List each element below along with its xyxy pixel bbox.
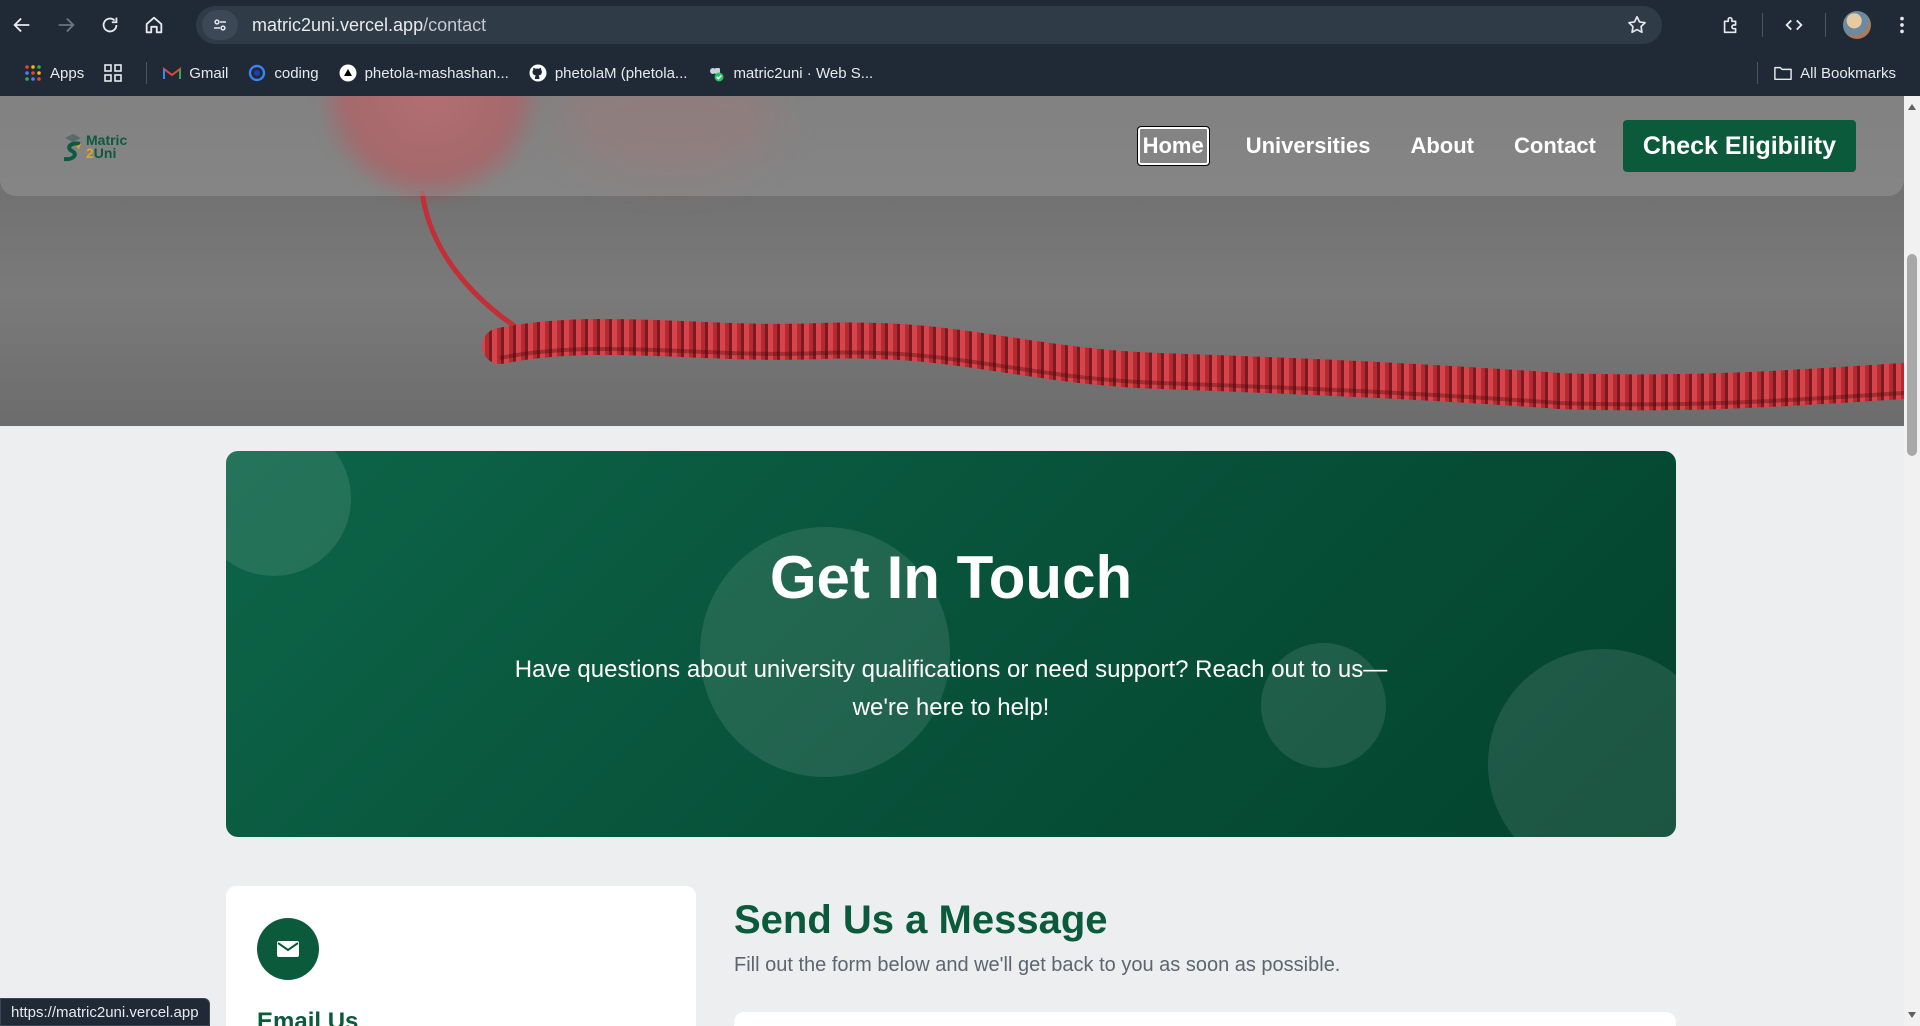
bookmark-gmail[interactable]: Gmail bbox=[153, 57, 238, 89]
bookmark-label: phetolaM (phetola... bbox=[554, 64, 688, 82]
toolbar-divider bbox=[1825, 13, 1826, 37]
url-host: matric2uni.vercel.app bbox=[252, 14, 424, 35]
devtools-button[interactable] bbox=[1767, 0, 1821, 50]
logo-text: Matric 2Uni bbox=[86, 133, 127, 161]
page-scrollbar[interactable] bbox=[1904, 96, 1920, 1026]
bookmark-separator bbox=[1757, 62, 1759, 84]
github-icon bbox=[529, 64, 547, 82]
bookmark-vercel[interactable]: phetola-mashashan... bbox=[329, 57, 519, 89]
arrow-left-icon bbox=[13, 17, 30, 33]
browser-toolbar: matric2uni.vercel.app/contact bbox=[0, 0, 1920, 50]
contact-form bbox=[734, 1012, 1676, 1026]
forward-button[interactable] bbox=[44, 0, 88, 50]
check-eligibility-button[interactable]: Check Eligibility bbox=[1622, 120, 1856, 172]
bookmark-label: Gmail bbox=[189, 64, 229, 82]
reload-button[interactable] bbox=[88, 0, 132, 50]
reload-icon bbox=[102, 17, 118, 33]
banner-subtitle-line2: we're here to help! bbox=[852, 694, 1050, 721]
logo-line2: 2Uni bbox=[86, 145, 127, 161]
bookmark-separator bbox=[146, 62, 148, 84]
profile-button[interactable] bbox=[1830, 0, 1884, 50]
scroll-up-icon[interactable] bbox=[1908, 104, 1916, 110]
logo-two: 2 bbox=[86, 145, 94, 161]
bookmark-github[interactable]: phetolaM (phetola... bbox=[519, 57, 698, 89]
web-service-icon bbox=[707, 64, 725, 82]
email-us-card: Email Us bbox=[226, 886, 696, 1026]
nav-links: Home Universities About Contact Check El… bbox=[1104, 120, 1856, 172]
arrow-right-icon bbox=[58, 17, 75, 33]
puzzle-icon bbox=[1723, 16, 1737, 34]
envelope-icon bbox=[257, 918, 319, 980]
bookmark-tab-groups[interactable] bbox=[94, 57, 140, 89]
all-bookmarks-button[interactable]: All Bookmarks bbox=[1764, 57, 1906, 89]
banner-subtitle-line1: Have questions about university qualific… bbox=[514, 656, 1388, 683]
form-title: Send Us a Message bbox=[734, 898, 1108, 942]
bookmark-label: matric2uni · Web S... bbox=[733, 64, 874, 82]
home-button[interactable] bbox=[132, 0, 176, 50]
avatar bbox=[1843, 11, 1871, 39]
back-button[interactable] bbox=[0, 0, 44, 50]
code-icon bbox=[1785, 19, 1803, 31]
coding-icon bbox=[248, 64, 266, 82]
bookmark-label: coding bbox=[274, 64, 319, 82]
banner-title: Get In Touch bbox=[769, 544, 1133, 611]
extensions-button[interactable] bbox=[1704, 0, 1758, 50]
menu-button[interactable] bbox=[1884, 0, 1920, 50]
bookmark-label: phetola-mashashan... bbox=[364, 64, 509, 82]
link-status-tooltip: https://matric2uni.vercel.app bbox=[0, 998, 210, 1026]
bookmark-matric2uni-web-service[interactable]: matric2uni · Web S... bbox=[697, 57, 883, 89]
address-bar[interactable]: matric2uni.vercel.app/contact bbox=[196, 6, 1662, 44]
logo-uni: Uni bbox=[93, 145, 117, 161]
get-in-touch-banner: Get In Touch Have questions about univer… bbox=[226, 451, 1676, 837]
apps-grid-icon bbox=[24, 64, 42, 82]
site-navbar: Matric 2Uni Home Universities About Cont… bbox=[0, 96, 1904, 196]
bookmark-star-icon[interactable] bbox=[1626, 14, 1648, 36]
logo-mark-icon bbox=[62, 132, 84, 162]
folder-icon bbox=[1774, 64, 1792, 82]
nav-contact[interactable]: Contact bbox=[1511, 129, 1599, 163]
email-us-title: Email Us bbox=[257, 1008, 359, 1026]
decor-circle bbox=[1488, 649, 1676, 837]
bookmarks-bar: Apps Gmail coding phetola-mashashan... p… bbox=[0, 50, 1920, 96]
site-info-button[interactable] bbox=[202, 10, 238, 40]
form-subtitle: Fill out the form below and we'll get ba… bbox=[734, 954, 1341, 976]
bookmark-apps[interactable]: Apps bbox=[14, 57, 94, 89]
gmail-icon bbox=[163, 64, 182, 82]
nav-about[interactable]: About bbox=[1407, 129, 1477, 163]
home-icon bbox=[145, 16, 163, 34]
url-path: /contact bbox=[423, 14, 487, 35]
all-bookmarks-label: All Bookmarks bbox=[1800, 64, 1896, 82]
banner-subtitle: Have questions about university qualific… bbox=[501, 651, 1401, 727]
bookmark-coding[interactable]: coding bbox=[238, 57, 328, 89]
tab-groups-icon bbox=[104, 64, 123, 82]
tune-icon bbox=[214, 19, 226, 31]
scroll-down-icon[interactable] bbox=[1908, 1012, 1916, 1018]
page-viewport: Matric 2Uni Home Universities About Cont… bbox=[0, 96, 1904, 1026]
url-text[interactable]: matric2uni.vercel.app/contact bbox=[252, 15, 486, 36]
vercel-icon bbox=[339, 64, 357, 82]
toolbar-divider bbox=[1762, 13, 1763, 37]
more-vert-icon bbox=[1900, 16, 1904, 34]
bookmark-label: Apps bbox=[50, 64, 85, 82]
nav-home[interactable]: Home bbox=[1136, 126, 1210, 166]
nav-universities[interactable]: Universities bbox=[1243, 129, 1374, 163]
scrollbar-thumb[interactable] bbox=[1907, 254, 1917, 456]
site-logo[interactable]: Matric 2Uni bbox=[62, 130, 134, 164]
